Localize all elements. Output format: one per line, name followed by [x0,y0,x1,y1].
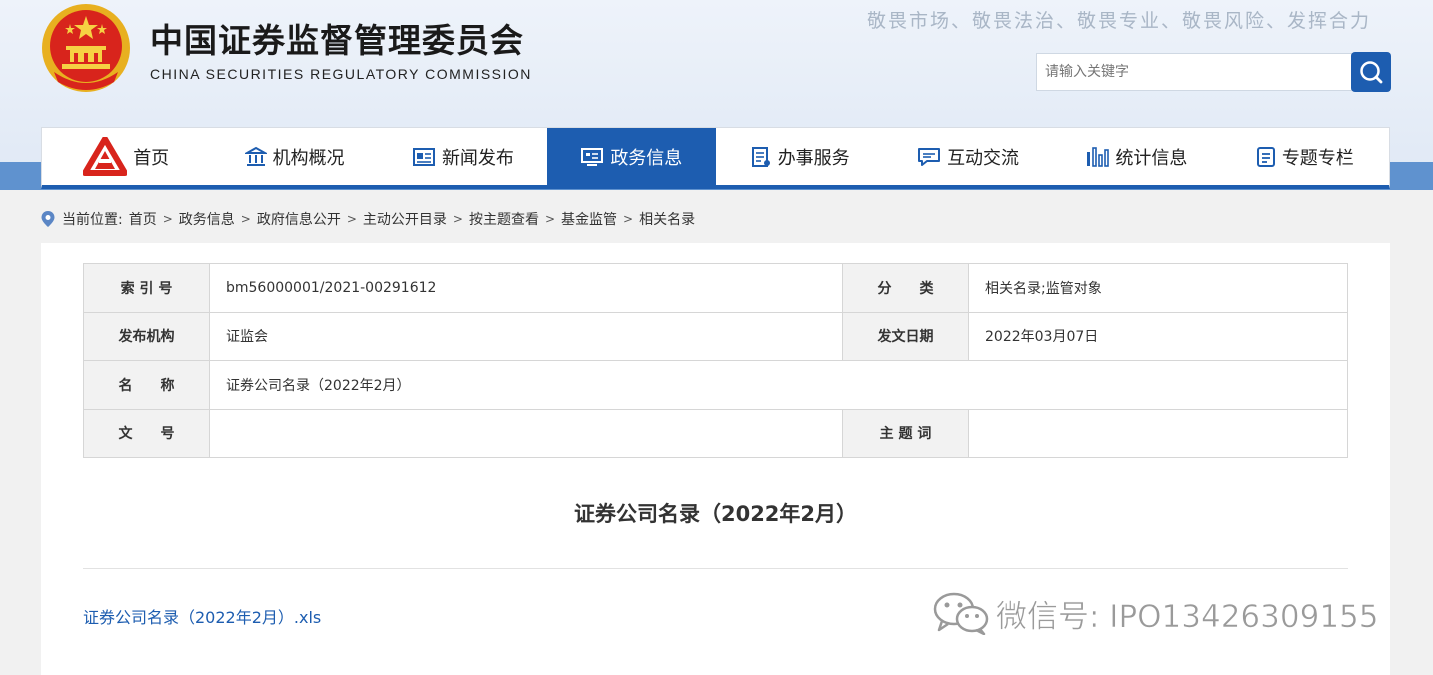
site-slogan: 敬畏市场、敬畏法治、敬畏专业、敬畏风险、发挥合力 [866,10,1371,32]
breadcrumb-item[interactable]: 基金监管 [561,209,617,229]
nav-label: 政务信息 [610,147,683,169]
publisher-value: 证监会 [209,311,843,361]
location-pin-icon [41,211,55,227]
newspaper-icon [412,147,435,166]
table-row: 名 称 证券公司名录（2022年2月） [83,360,1348,410]
subject-label: 主 题 词 [842,408,969,458]
wechat-watermark: 微信号: IPO13426309155 [932,590,1379,636]
publisher-label: 发布机构 [83,311,210,361]
date-value: 2022年03月07日 [968,311,1348,361]
nav-label: 机构概况 [272,147,345,169]
document-title: 证券公司名录（2022年2月） [573,502,858,526]
nav-item-interaction[interactable]: 互动交流 [884,128,1052,185]
docno-value [209,408,843,458]
breadcrumb-separator-icon: > [544,212,556,226]
breadcrumb-item[interactable]: 按主题查看 [469,209,539,229]
breadcrumb: 当前位置: 首页 > 政务信息 > 政府信息公开 > 主动公开目录 > 按主题查… [40,207,695,231]
service-icon [751,146,770,167]
search-button[interactable] [1351,52,1391,92]
nav-label: 办事服务 [777,147,850,169]
nav-item-statistics[interactable]: 统计信息 [1052,128,1220,185]
site-title: 中国证券监督管理委员会 [150,21,524,60]
site-subtitle: CHINA SECURITIES REGULATORY COMMISSION [150,66,532,82]
breadcrumb-separator-icon: > [162,212,173,226]
nav-label: 新闻发布 [441,147,514,169]
docno-label: 文 号 [83,408,210,458]
nav-item-news[interactable]: 新闻发布 [379,128,547,185]
bar-chart-icon [1087,146,1110,167]
search-icon [1360,61,1383,84]
nav-item-topics[interactable]: 专题专栏 [1221,128,1389,185]
nav-label: 专题专栏 [1281,147,1354,169]
nav-item-organization[interactable]: 机构概况 [210,128,378,185]
breadcrumb-separator-icon: > [623,212,634,226]
breadcrumb-item[interactable]: 政务信息 [179,209,235,229]
breadcrumb-separator-icon: > [346,212,357,226]
index-label: 索 引 号 [83,263,210,313]
breadcrumb-item[interactable]: 相关名录 [639,209,695,229]
breadcrumb-item[interactable]: 政府信息公开 [257,209,341,229]
document-meta-table: 索 引 号 bm56000001/2021-00291612 分 类 相关名录;… [83,263,1348,458]
national-emblem-icon [40,2,132,94]
date-label: 发文日期 [842,311,969,361]
category-label: 分 类 [842,263,969,313]
chat-icon [918,147,941,166]
breadcrumb-separator-icon: > [452,212,463,226]
document-icon [1256,146,1275,167]
breadcrumb-item[interactable]: 首页 [129,209,157,229]
subject-value [968,408,1348,458]
name-value: 证券公司名录（2022年2月） [209,360,1348,410]
breadcrumb-item[interactable]: 主动公开目录 [363,209,447,229]
nav-label: 首页 [133,147,170,169]
divider [83,568,1348,569]
table-row: 发布机构 证监会 发文日期 2022年03月07日 [83,311,1348,361]
nav-item-home[interactable]: 首页 [42,128,210,185]
nav-label: 互动交流 [947,147,1020,169]
building-icon [244,146,267,166]
breadcrumb-separator-icon: > [240,212,251,226]
search-input[interactable] [1036,53,1352,91]
table-row: 索 引 号 bm56000001/2021-00291612 分 类 相关名录;… [83,263,1348,313]
attachment-link[interactable]: 证券公司名录（2022年2月）.xls [83,604,321,628]
nav-item-government-info[interactable]: 政务信息 [547,128,716,185]
nav-item-services[interactable]: 办事服务 [716,128,884,185]
monitor-icon [581,147,604,166]
nav-label: 统计信息 [1115,147,1188,169]
index-value: bm56000001/2021-00291612 [209,263,843,313]
name-label: 名 称 [83,360,210,410]
main-nav: 首页 机构概况 新闻发布 政务信息 办事服务 互动交流 统计信息 专题专栏 [41,127,1390,189]
table-row: 文 号 主 题 词 [83,408,1348,458]
watermark-text: 微信号: IPO13426309155 [996,598,1379,635]
breadcrumb-prefix: 当前位置: [62,212,123,228]
wechat-icon [933,592,989,635]
category-value: 相关名录;监管对象 [968,263,1348,313]
csrc-logo-icon [83,136,128,176]
